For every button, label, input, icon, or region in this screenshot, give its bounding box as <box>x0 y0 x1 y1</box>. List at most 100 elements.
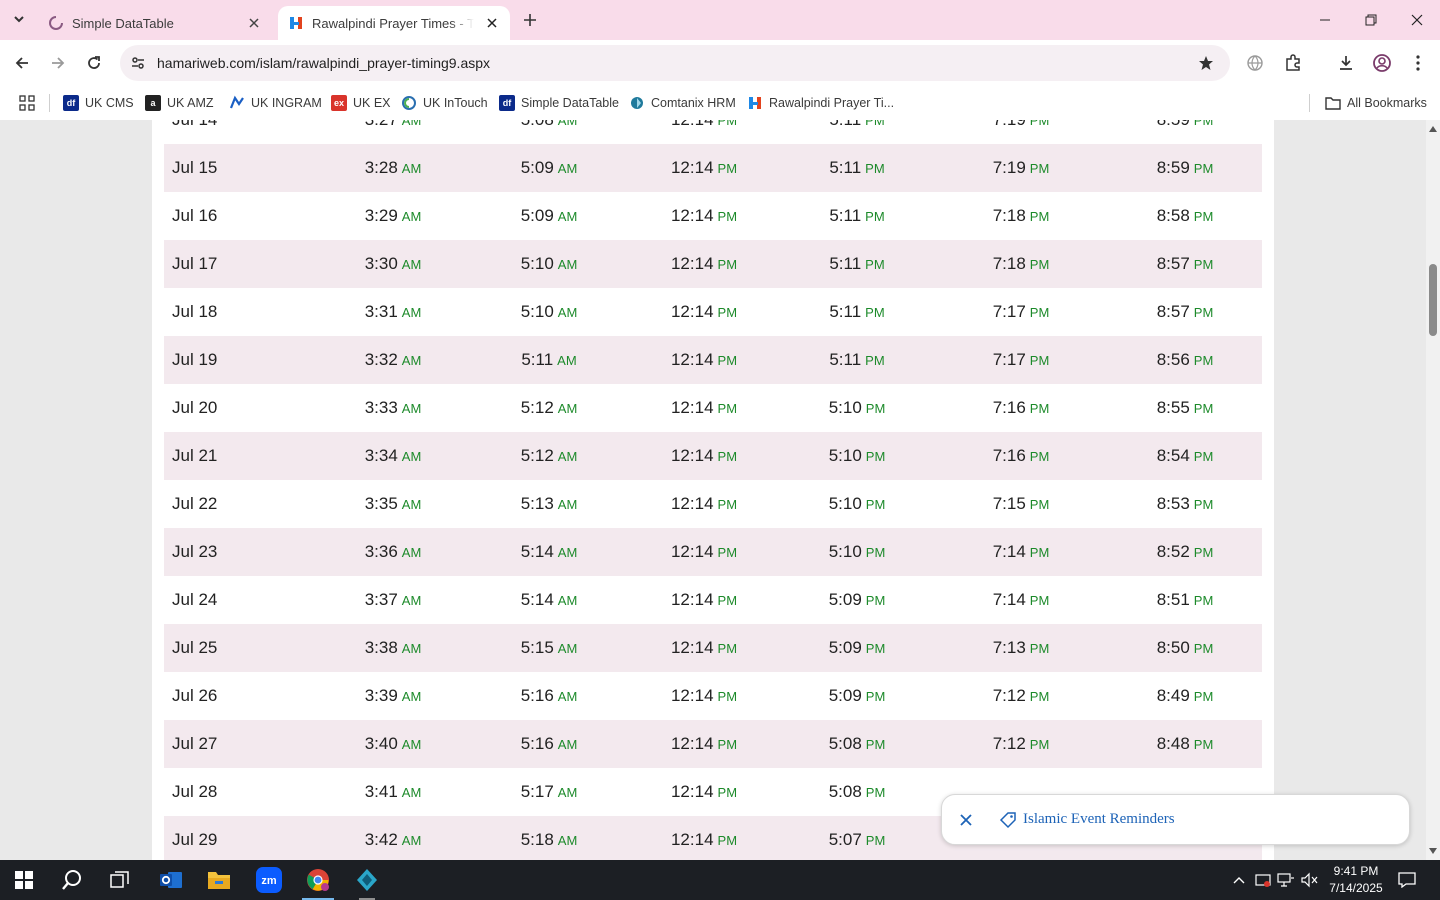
close-icon[interactable] <box>956 810 976 830</box>
date-cell: Jul 28 <box>172 782 218 801</box>
time-value: 8:57 <box>1156 254 1190 273</box>
windows-start-icon[interactable] <box>0 860 48 900</box>
time-value: 3:34 <box>364 446 398 465</box>
bookmark-uk-cms[interactable]: df UK CMS <box>63 86 134 120</box>
scroll-down-arrow-icon[interactable] <box>1426 844 1440 858</box>
bookmark-rawalpindi-prayer[interactable]: Rawalpindi Prayer Ti... <box>747 86 894 120</box>
time-value: 5:10 <box>828 398 862 417</box>
time-cell: 5:11PM <box>829 336 884 384</box>
date-cell: Jul 14 <box>172 120 217 144</box>
scrollbar-thumb[interactable] <box>1429 264 1437 336</box>
file-explorer-icon[interactable] <box>195 860 243 900</box>
new-tab-button[interactable] <box>518 8 542 32</box>
date-cell: Jul 22 <box>172 494 218 513</box>
bookmark-uk-amz[interactable]: a UK AMZ <box>145 86 214 120</box>
time-cell: 5:08 PM <box>829 720 886 768</box>
date-cell: Jul 18 <box>172 302 218 321</box>
tray-chevron-up-icon[interactable] <box>1229 870 1249 890</box>
time-value: 3:31 <box>364 302 398 321</box>
tab-close-icon[interactable] <box>482 13 502 33</box>
translate-icon[interactable] <box>1243 51 1267 75</box>
tab-search-button[interactable] <box>5 5 33 33</box>
time-value: 7:16 <box>992 446 1026 465</box>
bookmark-comtanix-hrm[interactable]: Comtanix HRM <box>629 86 736 120</box>
tab-title: Rawalpindi Prayer Times - Today <box>312 15 474 31</box>
meridiem-suffix: PM <box>865 401 886 416</box>
time-value: 7:18 <box>992 254 1026 273</box>
intouch-icon <box>401 95 417 111</box>
meridiem-suffix: PM <box>1029 449 1050 464</box>
zoom-icon[interactable]: zm <box>245 860 293 900</box>
meridiem-suffix: PM <box>717 401 738 416</box>
bookmark-uk-intouch[interactable]: UK InTouch <box>401 86 488 120</box>
bookmark-simple-datatable[interactable]: df Simple DataTable <box>499 86 619 120</box>
meridiem-suffix: PM <box>717 161 738 176</box>
bookmark-separator <box>49 94 50 112</box>
search-icon[interactable] <box>48 860 96 900</box>
time-cell: 7:17 PM <box>993 336 1050 384</box>
task-view-icon[interactable] <box>96 860 144 900</box>
time-cell: 5:12 AM <box>521 384 578 432</box>
time-cell: 12:14PM <box>671 672 737 720</box>
site-info-icon[interactable] <box>128 53 148 73</box>
page-scrollbar[interactable] <box>1426 120 1440 860</box>
address-bar[interactable]: hamariweb.com/islam/rawalpindi_prayer-ti… <box>120 45 1230 81</box>
meridiem-suffix: PM <box>865 689 886 704</box>
bookmark-uk-ingram[interactable]: UK INGRAM <box>229 86 322 120</box>
back-button[interactable] <box>8 49 36 77</box>
time-value: 5:15 <box>520 638 554 657</box>
chrome-icon[interactable] <box>294 860 342 900</box>
time-cell: 7:17 PM <box>993 288 1050 336</box>
time-value: 5:09 <box>828 686 862 705</box>
meridiem-suffix: AM <box>557 305 578 320</box>
meridiem-suffix: PM <box>865 353 885 368</box>
restore-button[interactable] <box>1348 0 1394 40</box>
minimize-button[interactable] <box>1302 0 1348 40</box>
bookmark-label: Simple DataTable <box>521 96 619 110</box>
taskbar-clock[interactable]: 9:41 PM 7/14/2025 <box>1326 863 1386 897</box>
scroll-up-arrow-icon[interactable] <box>1426 122 1440 136</box>
tab-simple-datatable[interactable]: Simple DataTable <box>40 6 272 40</box>
date-cell: Jul 16 <box>172 206 218 225</box>
time-value: 5:09 <box>828 638 862 657</box>
time-cell: 5:10 AM <box>521 240 578 288</box>
time-value: 5:11 <box>829 302 862 321</box>
time-value: 7:12 <box>992 686 1026 705</box>
network-icon[interactable] <box>1276 870 1296 890</box>
tab-close-icon[interactable] <box>244 13 264 33</box>
time-cell: 7:12 PM <box>993 672 1050 720</box>
tab-rawalpindi-prayer-times[interactable]: Rawalpindi Prayer Times - Today <box>278 6 510 40</box>
meridiem-suffix: PM <box>717 737 738 752</box>
reload-button[interactable] <box>80 49 108 77</box>
toast-text[interactable]: Islamic Event Reminders <box>1023 811 1175 828</box>
hamariweb-icon <box>747 95 763 111</box>
islamic-event-reminders-toast[interactable]: Islamic Event Reminders <box>941 794 1410 845</box>
app-diamond-icon[interactable] <box>343 860 391 900</box>
time-cell: 7:13 PM <box>993 624 1050 672</box>
time-value: 8:55 <box>1156 398 1190 417</box>
close-window-button[interactable] <box>1394 0 1440 40</box>
table-row: Jul 23 3:36 AM 5:14 AM 12:14 PM 5:10 PM 7:14 PM 8:5… <box>164 528 1262 576</box>
volume-muted-icon[interactable] <box>1300 870 1320 890</box>
download-icon[interactable] <box>1334 51 1358 75</box>
url-text[interactable]: hamariweb.com/islam/rawalpindi_prayer-ti… <box>157 55 490 71</box>
time-value: 5:10 <box>520 254 554 273</box>
meridiem-suffix: AM <box>557 497 578 512</box>
time-cell: 5:09 PM <box>829 576 886 624</box>
all-bookmarks-button[interactable]: All Bookmarks <box>1325 86 1427 120</box>
apps-grid-icon[interactable] <box>16 92 38 114</box>
outlook-icon[interactable] <box>147 860 195 900</box>
time-cell: 8:58 PM <box>1157 192 1214 240</box>
menu-kebab-icon[interactable] <box>1406 51 1430 75</box>
notification-center-icon[interactable] <box>1397 870 1417 890</box>
extensions-icon[interactable] <box>1281 51 1305 75</box>
bookmark-star-icon[interactable] <box>1196 53 1216 73</box>
forward-button[interactable] <box>44 49 72 77</box>
date-cell: Jul 29 <box>172 830 218 849</box>
meridiem-suffix: PM <box>865 257 885 272</box>
time-cell: 3:42 AM <box>365 816 422 860</box>
profile-avatar-icon[interactable] <box>1370 51 1394 75</box>
meet-now-icon[interactable] <box>1253 870 1273 890</box>
meridiem-suffix: PM <box>717 785 738 800</box>
bookmark-uk-ex[interactable]: ex UK EX <box>331 86 391 120</box>
